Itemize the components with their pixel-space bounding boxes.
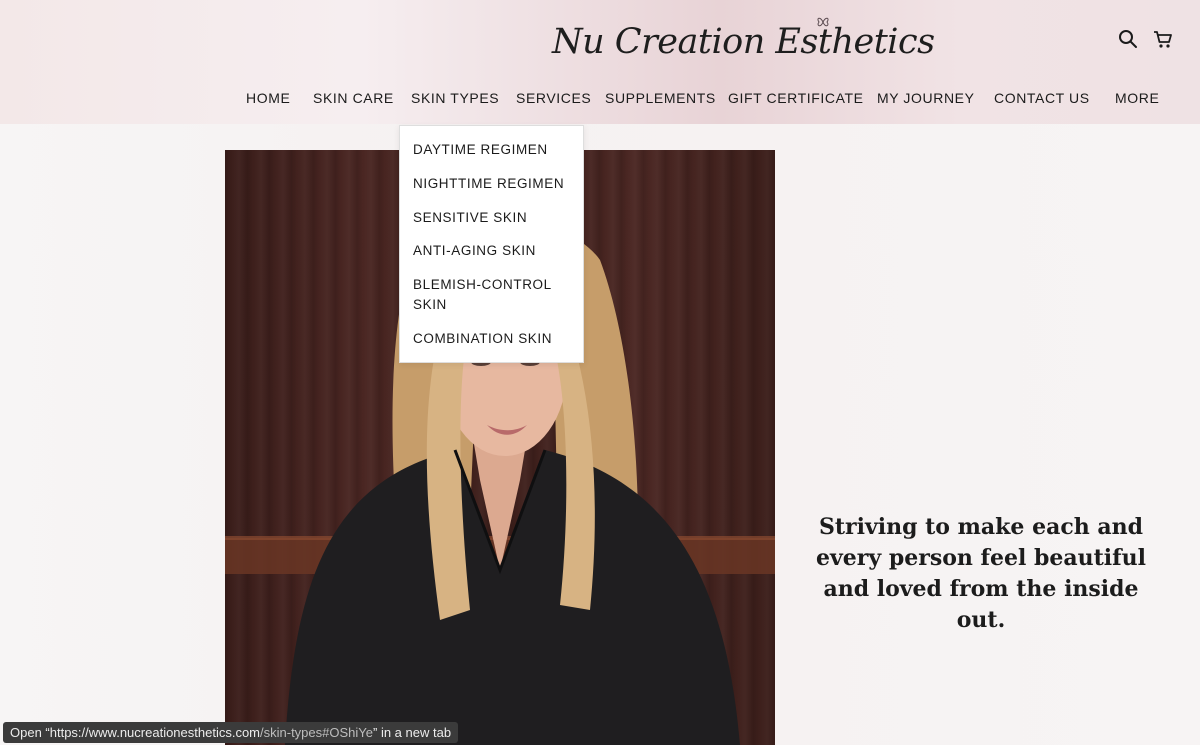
dropdown-anti-aging-skin[interactable]: ANTI-AGING SKIN [413,241,573,261]
search-icon[interactable] [1117,28,1139,50]
dropdown-daytime-regimen[interactable]: DAYTIME REGIMEN [413,140,573,160]
nav-services[interactable]: SERVICES [516,88,591,108]
nav-skin-care[interactable]: SKIN CARE [313,88,394,108]
status-url-path: /skin-types#OShiYe [260,725,373,740]
status-suffix: ” in a new tab [373,725,452,740]
nav-more[interactable]: MORE [1115,88,1159,108]
status-prefix: Open “ [10,725,50,740]
link-status-bar: Open “https://www.nucreationesthetics.co… [3,722,459,743]
skin-types-dropdown: DAYTIME REGIMEN NIGHTTIME REGIMEN SENSIT… [399,125,584,363]
dropdown-sensitive-skin[interactable]: SENSITIVE SKIN [413,208,573,228]
dropdown-combination-skin[interactable]: COMBINATION SKIN [413,329,573,349]
butterfly-icon [817,17,829,27]
nav-contact-us[interactable]: CONTACT US [994,88,1090,108]
nav-supplements[interactable]: SUPPLEMENTS [605,88,716,108]
nav-gift-certificate[interactable]: GIFT CERTIFICATE [728,88,864,108]
site-logo[interactable]: Nu Creation Esthetics [552,14,935,70]
hero-tagline: Striving to make each and every person f… [816,514,1146,633]
status-url-host: https://www.nucreationesthetics.com [49,725,261,740]
nav-home[interactable]: HOME [246,88,290,108]
dropdown-nighttime-regimen[interactable]: NIGHTTIME REGIMEN [413,174,573,194]
site-header: Nu Creation Esthetics HOME SKIN CARE SKI… [0,0,1200,124]
nav-skin-types[interactable]: SKIN TYPES [411,88,499,108]
nav-my-journey[interactable]: MY JOURNEY [877,88,975,108]
cart-icon[interactable] [1152,28,1174,50]
dropdown-blemish-control-skin[interactable]: BLEMISH-CONTROL SKIN [413,275,563,315]
